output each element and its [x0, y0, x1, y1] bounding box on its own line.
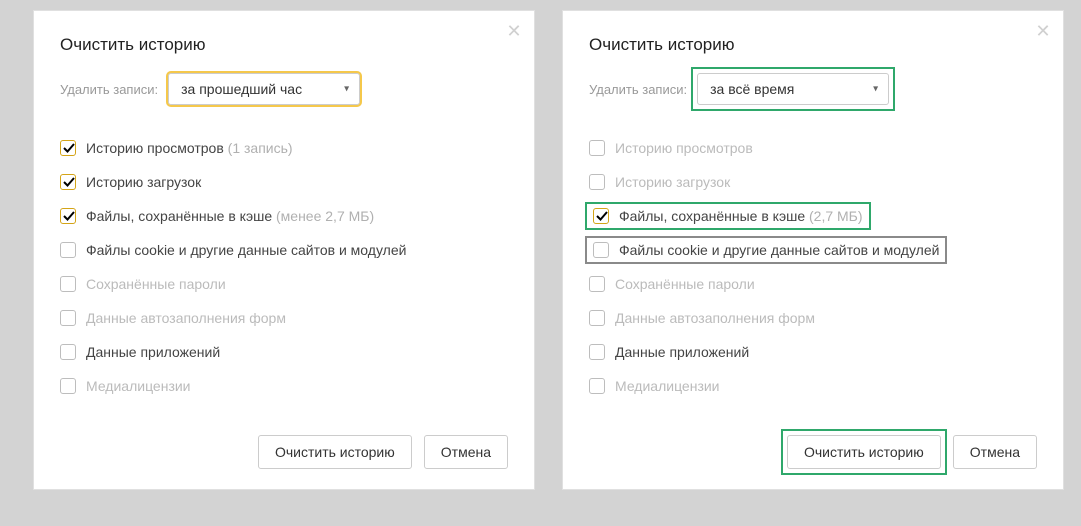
time-range-select[interactable]: за всё время ▾ [697, 73, 889, 105]
option-autofill[interactable]: Данные автозаполнения форм [60, 301, 508, 335]
dialog-title: Очистить историю [60, 35, 508, 55]
option-downloads[interactable]: Историю загрузок [589, 165, 1037, 199]
option-browsing[interactable]: Историю просмотров [589, 131, 1037, 165]
time-range-select[interactable]: за прошедший час ▾ [168, 73, 360, 105]
clear-history-button[interactable]: Очистить историю [258, 435, 412, 469]
checkbox-icon[interactable] [60, 378, 76, 394]
option-label: Историю загрузок [86, 174, 201, 190]
option-cache[interactable]: Файлы, сохранённые в кэше (менее 2,7 МБ) [60, 199, 508, 233]
option-label: Данные приложений [86, 344, 220, 360]
checkbox-icon[interactable] [589, 310, 605, 326]
checkbox-checked-icon[interactable] [60, 174, 76, 190]
option-label: Файлы cookie и другие данные сайтов и мо… [619, 242, 939, 258]
checkbox-icon[interactable] [60, 310, 76, 326]
time-range-value: за всё время [710, 81, 794, 97]
cancel-button[interactable]: Отмена [424, 435, 508, 469]
checkbox-checked-icon[interactable] [60, 140, 76, 156]
checkbox-icon[interactable] [589, 378, 605, 394]
option-label: Файлы, сохранённые в кэше (2,7 МБ) [619, 208, 863, 224]
checkbox-checked-icon[interactable] [593, 208, 609, 224]
checkbox-checked-icon[interactable] [60, 208, 76, 224]
option-label: Сохранённые пароли [86, 276, 226, 292]
time-range-label: Удалить записи: [60, 82, 158, 97]
checkbox-icon[interactable] [60, 344, 76, 360]
option-label: Медиалицензии [86, 378, 191, 394]
option-label: Сохранённые пароли [615, 276, 755, 292]
option-label: Данные автозаполнения форм [86, 310, 286, 326]
checkbox-icon[interactable] [593, 242, 609, 258]
checkbox-icon[interactable] [60, 242, 76, 258]
option-media[interactable]: Медиалицензии [60, 369, 508, 403]
option-passwords[interactable]: Сохранённые пароли [60, 267, 508, 301]
checkbox-icon[interactable] [589, 140, 605, 156]
checkbox-icon[interactable] [589, 276, 605, 292]
option-media[interactable]: Медиалицензии [589, 369, 1037, 403]
option-label: Файлы cookie и другие данные сайтов и мо… [86, 242, 406, 258]
checkbox-icon[interactable] [589, 174, 605, 190]
option-apps[interactable]: Данные приложений [60, 335, 508, 369]
option-apps[interactable]: Данные приложений [589, 335, 1037, 369]
time-range-label: Удалить записи: [589, 82, 687, 97]
option-cache[interactable]: Файлы, сохранённые в кэше (2,7 МБ) [589, 199, 1037, 233]
close-icon[interactable]: ✕ [506, 21, 522, 37]
option-downloads[interactable]: Историю загрузок [60, 165, 508, 199]
clear-history-dialog-step1: ✕ Очистить историю Удалить записи: за пр… [33, 10, 535, 490]
option-passwords[interactable]: Сохранённые пароли [589, 267, 1037, 301]
time-range-row: Удалить записи: за всё время ▾ [589, 73, 1037, 105]
clear-history-button[interactable]: Очистить историю [787, 435, 941, 469]
time-range-value: за прошедший час [181, 81, 302, 97]
time-range-row: Удалить записи: за прошедший час ▾ [60, 73, 508, 105]
option-autofill[interactable]: Данные автозаполнения форм [589, 301, 1037, 335]
option-label: Историю просмотров [615, 140, 753, 156]
dialog-title: Очистить историю [589, 35, 1037, 55]
chevron-down-icon: ▾ [873, 84, 878, 95]
option-label: Историю загрузок [615, 174, 730, 190]
checkbox-icon[interactable] [589, 344, 605, 360]
cancel-button[interactable]: Отмена [953, 435, 1037, 469]
clear-history-dialog-step2: ✕ Очистить историю Удалить записи: за вс… [562, 10, 1064, 490]
option-label: Данные приложений [615, 344, 749, 360]
chevron-down-icon: ▾ [344, 84, 349, 95]
option-browsing[interactable]: Историю просмотров (1 запись) [60, 131, 508, 165]
option-label: Медиалицензии [615, 378, 720, 394]
option-label: Историю просмотров (1 запись) [86, 140, 293, 156]
option-label: Данные автозаполнения форм [615, 310, 815, 326]
option-label: Файлы, сохранённые в кэше (менее 2,7 МБ) [86, 208, 374, 224]
close-icon[interactable]: ✕ [1035, 21, 1051, 37]
checkbox-icon[interactable] [60, 276, 76, 292]
option-cookies[interactable]: Файлы cookie и другие данные сайтов и мо… [60, 233, 508, 267]
option-cookies[interactable]: Файлы cookie и другие данные сайтов и мо… [589, 233, 1037, 267]
